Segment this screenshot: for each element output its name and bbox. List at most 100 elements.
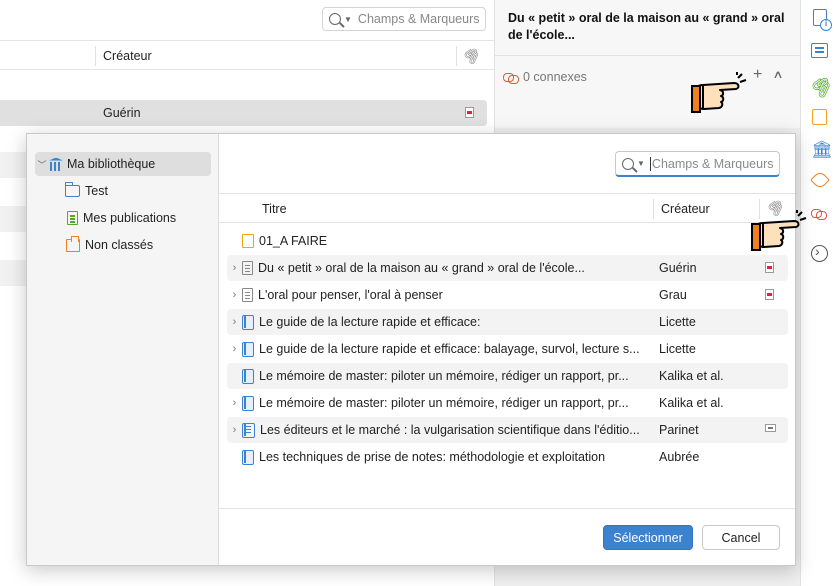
- chevron-right-icon[interactable]: ›: [227, 289, 242, 301]
- main-search-placeholder: Champs & Marqueurs: [357, 12, 480, 26]
- main-row-stripe: [0, 206, 26, 232]
- library-icon: [49, 158, 63, 171]
- book-icon: [242, 341, 254, 357]
- chevron-down-icon[interactable]: ﹀: [35, 158, 49, 171]
- search-icon: [329, 13, 341, 25]
- search-icon: [622, 157, 634, 170]
- tags-icon[interactable]: [810, 170, 830, 190]
- column-title[interactable]: Titre: [262, 202, 287, 216]
- main-selected-creator: Guérin: [103, 106, 141, 120]
- book-icon: [242, 395, 254, 411]
- add-related-button[interactable]: +: [753, 66, 762, 84]
- row-title: 01_A FAIRE: [259, 234, 328, 248]
- pointing-hand-icon: [750, 210, 808, 252]
- row-creator: Guérin: [659, 261, 697, 275]
- table-row[interactable]: › Du « petit » oral de la maison au « gr…: [227, 255, 788, 281]
- row-title: L'oral pour penser, l'oral à penser: [258, 288, 443, 302]
- pdf-attachment-icon[interactable]: [765, 262, 774, 273]
- chevron-right-icon[interactable]: ›: [227, 397, 242, 409]
- collection-my-publications[interactable]: Mes publications: [65, 206, 176, 230]
- notes-icon[interactable]: [812, 109, 827, 125]
- dialog-items-pane: ▼ Titre Créateur 🖇 01_A FAIRE › Du « pet…: [219, 134, 795, 565]
- collection-label: Ma bibliothèque: [67, 157, 156, 171]
- related-icon: [503, 71, 519, 84]
- publications-icon: [67, 211, 78, 225]
- document-icon: [242, 261, 253, 275]
- collection-unfiled[interactable]: Non classés: [65, 233, 153, 257]
- row-title: Le guide de la lecture rapide et efficac…: [259, 315, 481, 329]
- info-icon[interactable]: [813, 9, 832, 31]
- item-pane-title: Du « petit » oral de la maison au « gran…: [508, 11, 785, 42]
- row-creator: Licette: [659, 342, 696, 356]
- collections-pane: ﹀ Ma bibliothèque Test Mes publications …: [27, 134, 219, 565]
- libraries-collections-icon[interactable]: 🏛: [811, 141, 833, 159]
- chevron-right-icon[interactable]: ›: [227, 424, 242, 436]
- collection-label: Non classés: [85, 238, 154, 252]
- chevron-down-icon: ▼: [344, 14, 352, 24]
- row-creator: Licette: [659, 315, 696, 329]
- pdf-attachment-icon[interactable]: [465, 107, 474, 118]
- main-selected-row[interactable]: Guérin: [0, 100, 487, 126]
- locate-icon[interactable]: [811, 243, 828, 262]
- main-row-stripe: [0, 152, 26, 178]
- row-title: Le mémoire de master: piloter un mémoire…: [259, 369, 629, 383]
- related-section-header[interactable]: 0 connexes + ∧: [503, 66, 793, 86]
- related-count: 0 connexes: [523, 70, 587, 84]
- row-creator: Aubrée: [659, 450, 700, 464]
- row-title: Les éditeurs et le marché : la vulgarisa…: [260, 423, 640, 437]
- table-row[interactable]: › L'oral pour penser, l'oral à penser Gr…: [227, 282, 788, 308]
- item-pane-sidenav: 🖇 🏛: [800, 0, 838, 586]
- main-search-field[interactable]: ▼ Champs & Marqueurs: [322, 7, 486, 31]
- table-row[interactable]: › Les éditeurs et le marché : la vulgari…: [227, 417, 788, 443]
- folder-icon: [64, 182, 80, 197]
- select-button[interactable]: Sélectionner: [603, 525, 693, 550]
- unfiled-icon: [66, 235, 80, 252]
- table-row[interactable]: › Le guide de la lecture rapide et effic…: [227, 309, 788, 335]
- row-creator: Grau: [659, 288, 687, 302]
- table-row[interactable]: Les techniques de prise de notes: méthod…: [227, 444, 788, 470]
- related-icon[interactable]: [811, 207, 829, 225]
- document-icon: [242, 288, 253, 302]
- attachment-column-icon[interactable]: 🖇: [460, 43, 484, 67]
- chevron-down-icon[interactable]: ▼: [637, 159, 645, 168]
- collection-my-library[interactable]: ﹀ Ma bibliothèque: [35, 152, 211, 176]
- collapse-related-button[interactable]: ∧: [772, 68, 783, 81]
- snapshot-attachment-icon[interactable]: [765, 424, 776, 432]
- table-row[interactable]: › Le guide de la lecture rapide et effic…: [227, 336, 788, 362]
- row-title: Le guide de la lecture rapide et efficac…: [259, 342, 640, 356]
- main-row-stripe: [0, 260, 26, 286]
- book-icon: [242, 314, 254, 330]
- table-row[interactable]: › Le mémoire de master: piloter un mémoi…: [227, 390, 788, 416]
- note-icon: [242, 234, 254, 248]
- row-creator: Kalika et al.: [659, 396, 724, 410]
- table-row[interactable]: Le mémoire de master: piloter un mémoire…: [227, 363, 788, 389]
- main-column-header: Créateur 🖇: [0, 40, 494, 70]
- row-creator: Kalika et al.: [659, 369, 724, 383]
- dialog-column-header: Titre Créateur 🖇: [219, 193, 795, 223]
- collection-label: Test: [85, 184, 108, 198]
- dialog-search-field[interactable]: ▼: [615, 151, 780, 177]
- book-icon: [242, 449, 254, 465]
- chevron-right-icon[interactable]: ›: [227, 343, 242, 355]
- column-creator[interactable]: Créateur: [661, 202, 710, 216]
- collection-label: Mes publications: [83, 211, 177, 225]
- collection-test[interactable]: Test: [64, 179, 108, 203]
- dialog-footer-divider: [219, 508, 795, 509]
- abstract-icon[interactable]: [811, 43, 828, 58]
- book-section-icon: [242, 422, 255, 438]
- row-creator: Parinet: [659, 423, 699, 437]
- row-title: Le mémoire de master: piloter un mémoire…: [259, 396, 629, 410]
- table-row[interactable]: 01_A FAIRE: [227, 228, 788, 254]
- dialog-search-input[interactable]: [649, 156, 776, 171]
- row-title: Les techniques de prise de notes: méthod…: [259, 450, 606, 464]
- pointing-hand-icon: [690, 72, 748, 114]
- cancel-button[interactable]: Cancel: [702, 525, 780, 550]
- select-items-dialog: ﹀ Ma bibliothèque Test Mes publications …: [26, 133, 796, 566]
- chevron-right-icon[interactable]: ›: [227, 262, 242, 274]
- pdf-attachment-icon[interactable]: [765, 289, 774, 300]
- book-icon: [242, 368, 254, 384]
- chevron-right-icon[interactable]: ›: [227, 316, 242, 328]
- main-column-creator[interactable]: Créateur: [103, 49, 152, 63]
- row-title: Du « petit » oral de la maison au « gran…: [258, 261, 585, 275]
- attachments-icon[interactable]: 🖇: [807, 72, 837, 102]
